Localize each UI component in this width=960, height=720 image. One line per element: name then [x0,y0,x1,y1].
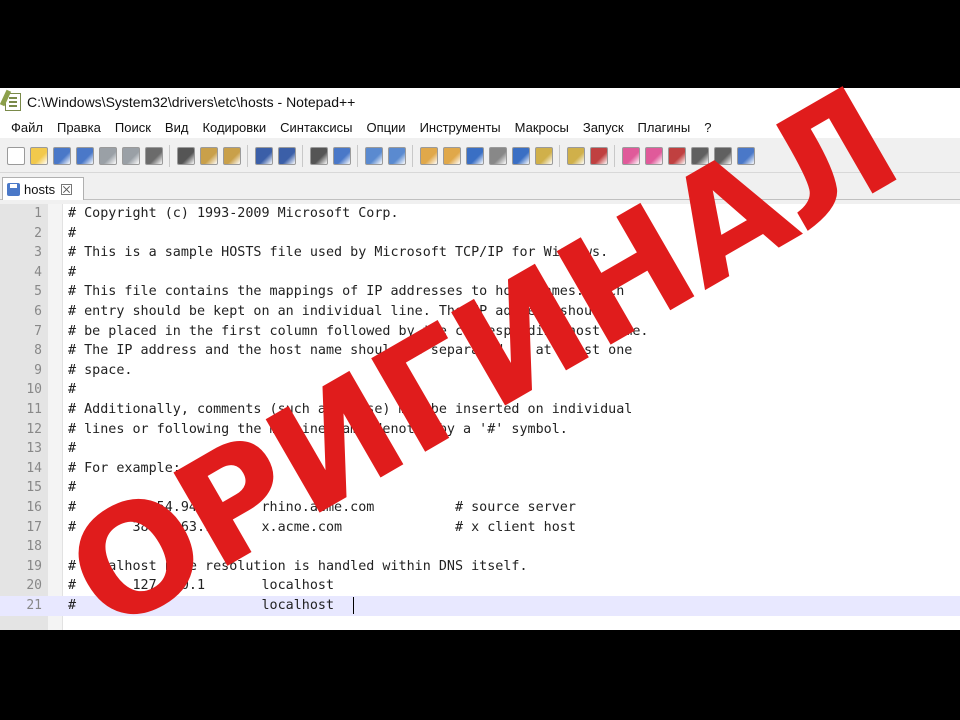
line-number: 2 [34,225,42,241]
save-icon[interactable] [52,146,71,165]
save-all-icon[interactable] [75,146,94,165]
line-number: 1 [34,206,42,221]
menu-item-6[interactable]: Опции [359,120,412,135]
sync-vertical-icon[interactable] [419,146,438,165]
toolbar-separator [247,144,248,167]
line-number: 8 [34,343,42,359]
show-all-chars-icon[interactable] [488,146,507,165]
menu-item-4[interactable]: Кодировки [195,120,273,135]
line-text: # space. [68,362,133,378]
menu-item-1[interactable]: Правка [50,120,108,135]
text-caret [353,597,354,614]
menu-item-10[interactable]: Плагины [631,120,698,135]
folder-workspace-icon[interactable] [589,146,608,165]
toolbar-separator [614,144,615,167]
line-text: # Copyright (c) 1993-2009 Microsoft Corp… [68,206,399,221]
print-icon[interactable] [144,146,163,165]
menu-item-2[interactable]: Поиск [108,120,158,135]
close-tab-icon[interactable] [61,183,73,195]
menu-item-3[interactable]: Вид [158,120,196,135]
find-icon[interactable] [309,146,328,165]
line-number: 14 [26,460,42,476]
line-number: 16 [26,500,42,515]
menu-item-8[interactable]: Макросы [508,120,576,135]
indent-guide-icon[interactable] [511,146,530,165]
line-number: 19 [26,558,42,574]
line-number: 12 [26,421,42,437]
menu-item-5[interactable]: Синтаксисы [273,120,359,135]
notepadpp-app-icon [5,93,21,111]
replace-icon[interactable] [332,146,351,165]
close-icon[interactable] [98,146,117,165]
function-list-icon[interactable] [566,146,585,165]
toolbar-separator [302,144,303,167]
saved-file-icon [7,182,20,196]
line-number: 13 [26,441,42,457]
toolbar-separator [357,144,358,167]
line-number: 9 [34,362,42,378]
line-number: 3 [34,245,42,261]
line-number: 5 [34,284,42,300]
line-text: # [68,225,77,241]
line-number: 6 [34,304,42,319]
line-number: 15 [26,480,42,496]
redo-icon[interactable] [277,146,296,165]
line-number: 21 [26,598,42,613]
line-number: 10 [26,382,42,398]
open-file-icon[interactable] [29,146,48,165]
toolbar-separator [559,144,560,167]
document-map-icon[interactable] [534,146,553,165]
monitoring-icon[interactable] [621,146,640,165]
line-text: # [68,264,77,280]
window-title: C:\Windows\System32\drivers\etc\hosts - … [27,94,356,110]
tab-hosts[interactable]: hosts [2,177,84,200]
line-number: 4 [34,264,42,280]
tab-label: hosts [24,181,56,197]
undo-icon[interactable] [254,146,273,165]
word-wrap-icon[interactable] [465,146,484,165]
line-number: 7 [34,323,42,339]
line-number: 11 [26,402,42,417]
cut-icon[interactable] [176,146,195,165]
toolbar-separator [412,144,413,167]
menu-item-7[interactable]: Инструменты [413,120,508,135]
close-all-icon[interactable] [121,146,140,165]
line-text: # [68,382,77,398]
toolbar-separator [169,144,170,167]
zoom-in-icon[interactable] [364,146,383,165]
new-file-icon[interactable] [6,146,25,165]
line-number: 18 [26,539,42,555]
line-number: 20 [26,578,42,594]
sync-horizontal-icon[interactable] [442,146,461,165]
copy-icon[interactable] [199,146,218,165]
menu-item-0[interactable]: Файл [4,120,50,135]
zoom-out-icon[interactable] [387,146,406,165]
line-number: 17 [26,519,42,535]
paste-icon[interactable] [222,146,241,165]
menu-item-9[interactable]: Запуск [576,120,631,135]
line-text: # [68,441,77,457]
